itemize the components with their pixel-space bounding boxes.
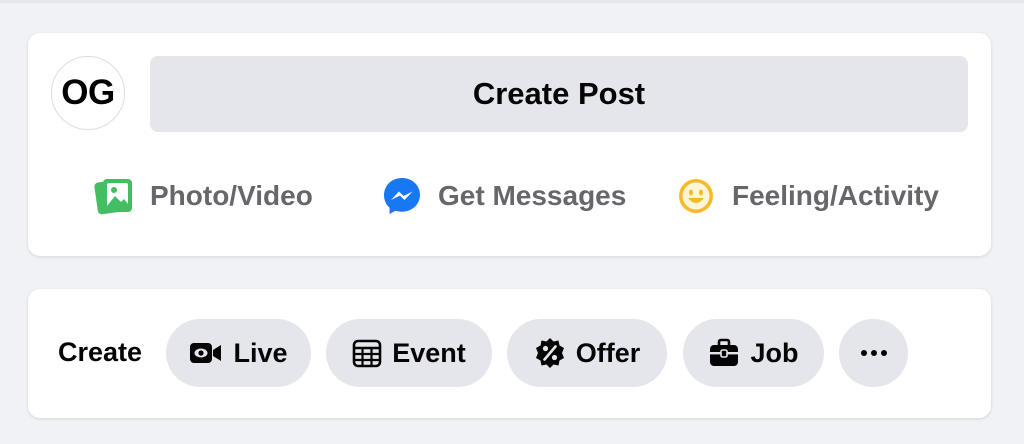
live-video-icon (189, 338, 223, 368)
feeling-activity-button[interactable]: Feeling/Activity (676, 170, 939, 222)
live-label: Live (233, 337, 288, 368)
briefcase-icon (708, 338, 740, 368)
event-button[interactable]: Event (326, 319, 492, 387)
create-shortcuts-card: Create Live Event Offer Job (28, 289, 991, 418)
offer-button[interactable]: Offer (507, 319, 667, 387)
avatar[interactable]: OG (51, 56, 125, 130)
top-divider (0, 0, 1024, 3)
feeling-activity-label: Feeling/Activity (732, 180, 939, 211)
offer-badge-icon (534, 337, 566, 369)
post-composer-card: OG Create Post Photo/Video Get Messages (28, 33, 991, 256)
job-label: Job (750, 337, 799, 368)
offer-label: Offer (575, 337, 641, 368)
photo-video-label: Photo/Video (150, 180, 313, 211)
avatar-initials: OG (61, 73, 115, 112)
photo-video-icon (94, 176, 134, 216)
calendar-icon (352, 338, 382, 368)
get-messages-button[interactable]: Get Messages (382, 170, 626, 222)
create-label: Create (58, 337, 143, 367)
feeling-icon (676, 176, 716, 216)
create-post-button[interactable]: Create Post (150, 56, 968, 132)
messenger-icon (382, 176, 422, 216)
job-button[interactable]: Job (683, 319, 824, 387)
live-button[interactable]: Live (166, 319, 311, 387)
more-button[interactable] (839, 319, 908, 387)
get-messages-label: Get Messages (438, 180, 627, 211)
more-icon (860, 349, 888, 357)
photo-video-button[interactable]: Photo/Video (94, 170, 313, 222)
event-label: Event (392, 337, 466, 368)
